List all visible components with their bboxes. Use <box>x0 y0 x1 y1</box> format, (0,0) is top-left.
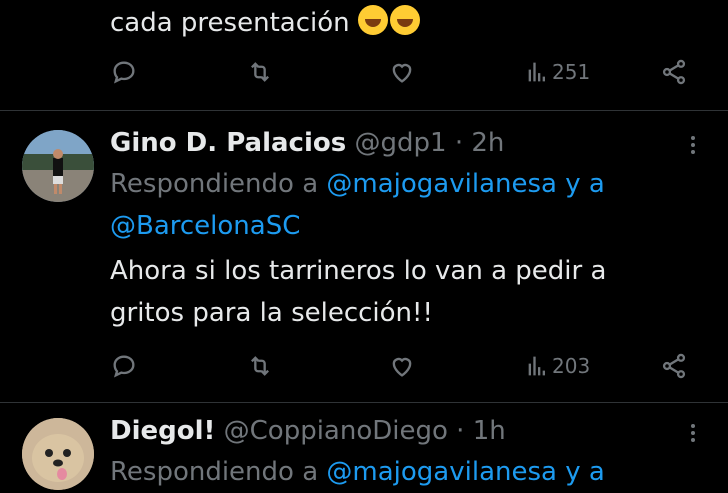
timestamp[interactable]: 1h <box>473 416 506 446</box>
mention-link[interactable]: @majogavilanesa <box>326 169 557 199</box>
retweet-icon <box>251 356 269 376</box>
tweet-actions: 251 <box>110 58 710 98</box>
replying-prefix: Respondiendo a <box>110 457 319 487</box>
reply-text-line: Ahora si los tarrineros lo van a pedir a <box>110 256 607 286</box>
share-button[interactable] <box>660 58 688 86</box>
reply-header: Diegol! @CoppianoDiego · 1h <box>110 410 506 452</box>
mention-link[interactable]: @BarcelonaSC <box>110 211 300 241</box>
views-button[interactable]: 251 <box>524 58 590 86</box>
more-options-icon[interactable] <box>690 421 696 445</box>
retweet-button[interactable] <box>246 352 274 380</box>
mention-link[interactable]: @majogavilanesa <box>326 457 557 487</box>
reply-header: Gino D. Palacios @gdp1 · 2h <box>110 122 504 164</box>
user-handle[interactable]: @CoppianoDiego <box>224 416 448 446</box>
retweet-button[interactable] <box>246 58 274 86</box>
rolling-on-floor-laughing-icon <box>357 5 388 35</box>
like-button[interactable] <box>388 58 416 86</box>
replying-to: Respondiendo a @majogavilanesa y a @Barc… <box>110 163 710 247</box>
reply-actions: 203 <box>110 352 710 392</box>
retweet-icon <box>251 62 269 82</box>
views-count: 251 <box>552 60 591 84</box>
tweet-divider <box>0 110 728 111</box>
views-icon <box>528 356 545 376</box>
reply-icon <box>113 61 135 84</box>
like-button[interactable] <box>388 352 416 380</box>
user-name[interactable]: Diegol! <box>110 416 215 446</box>
replying-and[interactable]: y a <box>565 169 605 199</box>
share-icon <box>662 353 686 379</box>
tweet-text-tail: cada presentación <box>110 2 420 44</box>
views-count: 203 <box>552 354 591 378</box>
separator-dot: · <box>456 416 465 446</box>
user-name[interactable]: Gino D. Palacios <box>110 128 346 158</box>
rolling-on-floor-laughing-icon <box>389 5 420 35</box>
reply-text: Ahora si los tarrineros lo van a pedir a… <box>110 250 710 334</box>
avatar-image <box>22 130 94 202</box>
tweet-text: cada presentación <box>110 8 350 38</box>
reply-icon <box>113 355 135 378</box>
avatar[interactable] <box>22 130 94 202</box>
views-icon <box>528 62 545 82</box>
heart-icon <box>392 357 412 377</box>
more-options-icon[interactable] <box>690 133 696 157</box>
avatar-image <box>22 418 94 490</box>
views-button[interactable]: 203 <box>524 352 590 380</box>
tweet-divider <box>0 402 728 403</box>
timestamp[interactable]: 2h <box>471 128 504 158</box>
separator-dot: · <box>454 128 464 158</box>
share-button[interactable] <box>660 352 688 380</box>
avatar[interactable] <box>22 418 94 490</box>
user-handle[interactable]: @gdp1 <box>354 128 446 158</box>
replying-to: Respondiendo a @majogavilanesa y a <box>110 451 710 493</box>
replying-prefix: Respondiendo a <box>110 169 319 199</box>
heart-icon <box>392 63 412 83</box>
reply-button[interactable] <box>110 352 138 380</box>
reply-button[interactable] <box>110 58 138 86</box>
share-icon <box>662 59 686 85</box>
replying-and[interactable]: y a <box>565 457 605 487</box>
reply-text-line: gritos para la selección!! <box>110 298 433 328</box>
